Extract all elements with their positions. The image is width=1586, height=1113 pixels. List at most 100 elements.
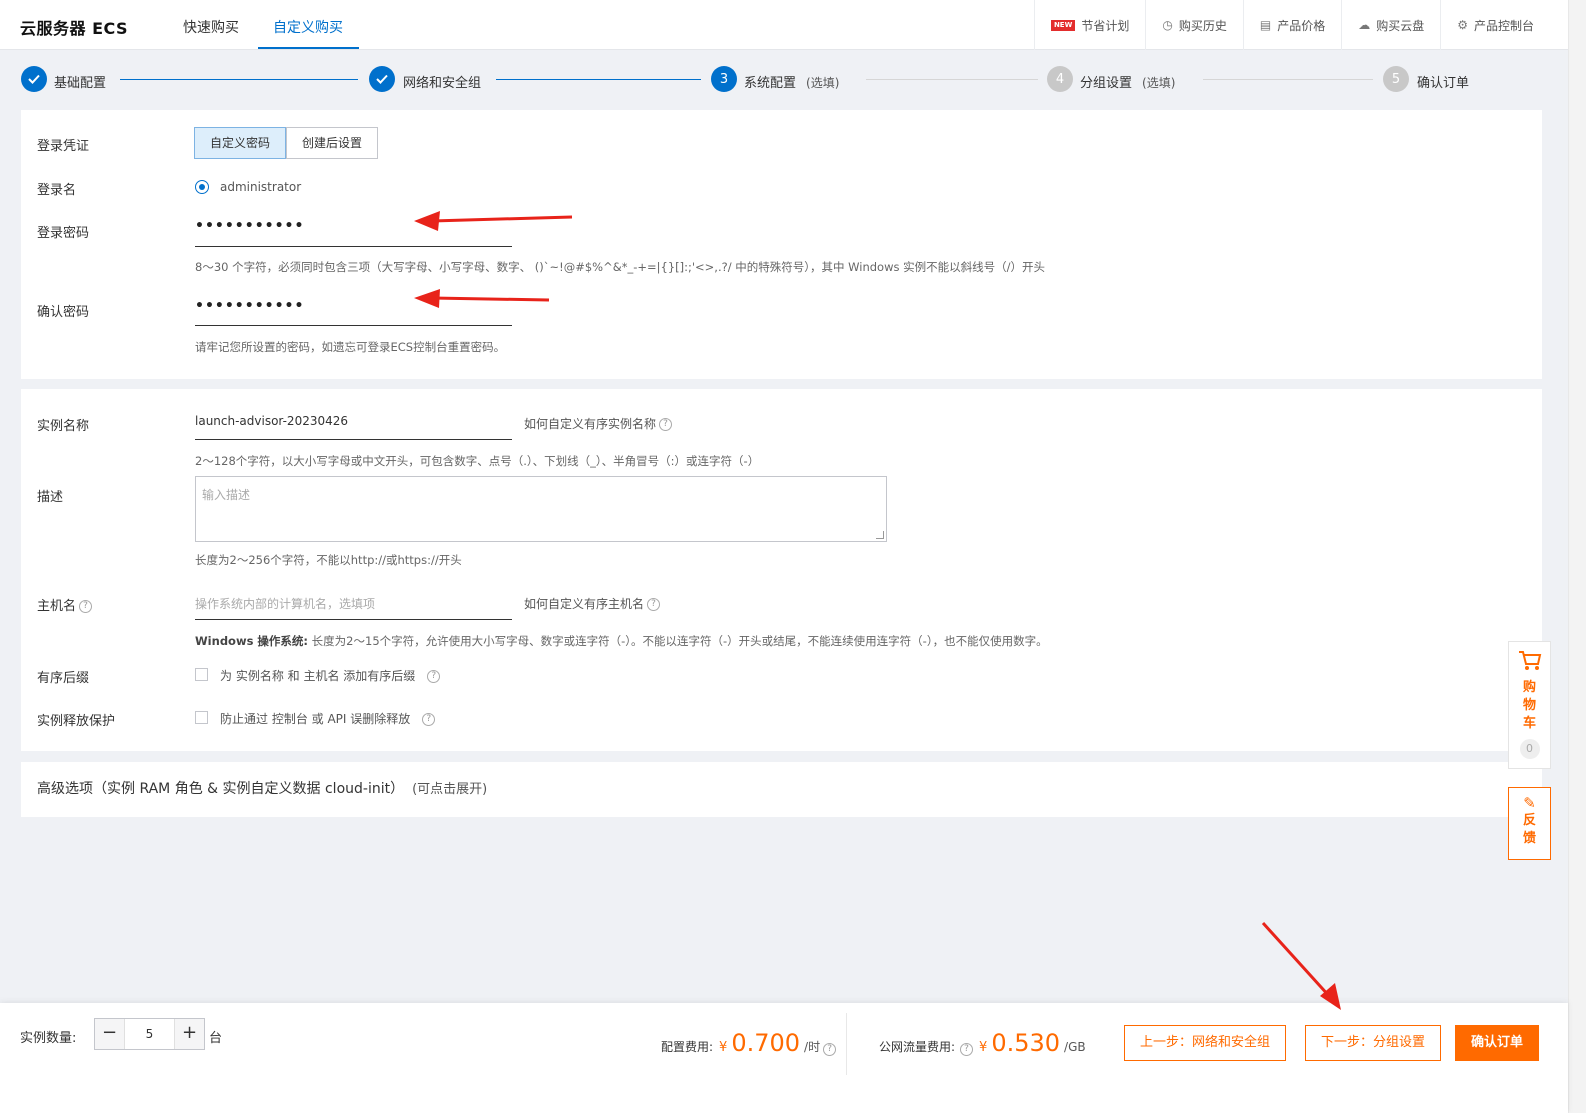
- link-label: 购买云盘: [1376, 18, 1425, 33]
- custom-password-option[interactable]: 自定义密码: [194, 127, 287, 159]
- traffic-fee-unit: /GB: [1064, 1040, 1086, 1054]
- cloud-icon: ☁: [1358, 18, 1371, 32]
- link-product-price[interactable]: ▤ 产品价格: [1242, 0, 1341, 50]
- feedback-char: 反: [1522, 813, 1536, 828]
- step-network[interactable]: 网络和安全组: [403, 72, 481, 91]
- question-icon: ?: [659, 418, 673, 431]
- traffic-fee: 公网流量费用: ? ¥ 0.530 /GB: [879, 1029, 1086, 1057]
- ordered-suffix-text: 为 实例名称 和 主机名 添加有序后缀: [220, 669, 416, 683]
- instance-panel: 实例名称 launch-advisor-20230426 如何自定义有序实例名称…: [21, 389, 1542, 751]
- cart-char: 物: [1522, 698, 1536, 713]
- check-icon: [21, 66, 47, 92]
- feedback-widget[interactable]: ✎ 反 馈: [1508, 787, 1551, 860]
- link-buy-disk[interactable]: ☁ 购买云盘: [1341, 0, 1440, 50]
- currency-symbol: ¥: [979, 1040, 988, 1055]
- quantity-input[interactable]: 5: [124, 1019, 175, 1049]
- top-links: NEW 节省计划 ◷ 购买历史 ▤ 产品价格 ☁ 购买云盘 ⚙ 产品控制台: [1033, 0, 1550, 50]
- advanced-options-panel[interactable]: 高级选项（实例 RAM 角色 & 实例自定义数据 cloud-init） (可点击…: [21, 762, 1542, 817]
- credential-label: 登录凭证: [37, 139, 90, 154]
- cart-char: 购: [1522, 680, 1536, 695]
- shopping-cart-widget[interactable]: 购 物 车 0: [1508, 641, 1551, 769]
- feedback-char: 馈: [1522, 831, 1536, 846]
- advanced-expand-hint: (可点击展开): [412, 782, 488, 797]
- release-protect-checkbox[interactable]: [195, 711, 208, 724]
- step-number: 5: [1383, 66, 1409, 92]
- config-fee-label: 配置费用:: [661, 1040, 714, 1054]
- help-link-text: 如何自定义有序主机名: [524, 597, 645, 611]
- increment-button[interactable]: +: [175, 1019, 204, 1049]
- link-console[interactable]: ⚙ 产品控制台: [1440, 0, 1550, 50]
- list-icon: ▤: [1259, 18, 1272, 32]
- step-optional: (选填): [806, 76, 840, 90]
- step-basic-config[interactable]: 基础配置: [54, 72, 106, 91]
- resize-grip-icon[interactable]: [876, 531, 884, 539]
- tab-custom-buy[interactable]: 自定义购买: [273, 17, 343, 37]
- gear-icon: ⚙: [1457, 18, 1468, 32]
- help-link-text: 如何自定义有序实例名称: [524, 417, 657, 431]
- description-placeholder: 输入描述: [202, 488, 251, 502]
- login-panel: 登录凭证 自定义密码 创建后设置 登录名 administrator 登录密码 …: [21, 110, 1542, 379]
- check-icon: [369, 66, 395, 92]
- step-connector: [120, 79, 358, 80]
- credential-switch: 自定义密码 创建后设置: [194, 127, 379, 159]
- link-label: 购买历史: [1178, 18, 1227, 33]
- step-group-settings[interactable]: 分组设置 (选填): [1080, 72, 1175, 91]
- release-protect-label: 实例释放保护: [37, 714, 116, 729]
- brand-title: 云服务器 ECS: [20, 19, 129, 38]
- password-input[interactable]: •••••••••••: [195, 218, 512, 247]
- ordered-suffix-label: 有序后缀: [37, 671, 90, 686]
- page-scrollbar[interactable]: [1568, 0, 1586, 1113]
- link-savings-plan[interactable]: NEW 节省计划: [1033, 0, 1145, 50]
- ordered-suffix-checkbox[interactable]: [195, 668, 208, 681]
- username-value: administrator: [220, 180, 302, 194]
- tab-quick-buy[interactable]: 快速购买: [183, 17, 239, 37]
- new-badge: NEW: [1050, 19, 1076, 31]
- set-after-create-option[interactable]: 创建后设置: [286, 127, 379, 159]
- fee-divider: [846, 1013, 847, 1075]
- next-step-button[interactable]: 下一步：分组设置: [1305, 1025, 1442, 1061]
- hostname-help-link[interactable]: 如何自定义有序主机名?: [524, 595, 661, 612]
- step-optional: (选填): [1142, 76, 1176, 90]
- decrement-button[interactable]: −: [95, 1019, 124, 1049]
- step-system-config[interactable]: 系统配置 (选填): [744, 72, 839, 91]
- prev-step-button[interactable]: 上一步：网络和安全组: [1124, 1025, 1287, 1061]
- step-number: 3: [711, 66, 737, 92]
- cart-icon: [1509, 650, 1550, 677]
- username-radio[interactable]: [195, 180, 209, 194]
- question-icon[interactable]: ?: [427, 670, 441, 683]
- step-connector: [496, 79, 701, 80]
- question-icon[interactable]: ?: [422, 713, 436, 726]
- hostname-hint: Windows 操作系统: 长度为2～15个字符，允许使用大小写字母、数字或连字…: [195, 633, 1048, 649]
- step-progress: 基础配置 网络和安全组 3 系统配置 (选填) 4 分组设置 (选填) 5 确认订单: [0, 51, 1568, 107]
- hostname-hint-text: 长度为2～15个字符，允许使用大小写字母、数字或连字符（-）。不能以连字符（-）…: [308, 634, 1048, 648]
- username-label: 登录名: [37, 183, 77, 198]
- hostname-label: 主机名: [37, 599, 77, 614]
- config-fee-unit: /时: [804, 1040, 821, 1054]
- hostname-input[interactable]: 操作系统内部的计算机名，选填项: [195, 595, 512, 620]
- step-number: 4: [1047, 66, 1073, 92]
- description-hint: 长度为2～256个字符，不能以http://或https://开头: [195, 553, 462, 567]
- release-protect-text: 防止通过 控制台 或 API 误删除释放: [220, 712, 411, 726]
- cart-char: 车: [1522, 716, 1536, 731]
- link-label: 产品控制台: [1473, 18, 1534, 33]
- question-icon[interactable]: ?: [79, 600, 93, 613]
- description-textarea[interactable]: 输入描述: [195, 476, 887, 542]
- quantity-stepper: − 5 +: [94, 1018, 205, 1050]
- step-confirm-order[interactable]: 确认订单: [1417, 72, 1469, 91]
- confirm-order-button[interactable]: 确认订单: [1455, 1025, 1540, 1061]
- instance-name-input[interactable]: launch-advisor-20230426: [195, 414, 512, 440]
- step-label-text: 系统配置: [744, 76, 797, 91]
- confirm-password-input[interactable]: •••••••••••: [195, 298, 512, 326]
- cart-count-badge: 0: [1519, 739, 1540, 759]
- question-icon[interactable]: ?: [960, 1043, 974, 1056]
- question-icon[interactable]: ?: [823, 1043, 837, 1056]
- link-purchase-history[interactable]: ◷ 购买历史: [1145, 0, 1243, 50]
- step-connector: [866, 79, 1038, 80]
- instance-name-help-link[interactable]: 如何自定义有序实例名称?: [524, 415, 673, 432]
- description-label: 描述: [37, 490, 64, 505]
- config-fee: 配置费用: ¥ 0.700 /时 ?: [661, 1029, 837, 1057]
- password-label: 登录密码: [37, 226, 90, 241]
- step-label-text: 分组设置: [1080, 76, 1133, 91]
- advanced-options-title[interactable]: 高级选项（实例 RAM 角色 & 实例自定义数据 cloud-init） (可点击…: [37, 778, 487, 798]
- traffic-fee-amount: 0.530: [991, 1029, 1061, 1057]
